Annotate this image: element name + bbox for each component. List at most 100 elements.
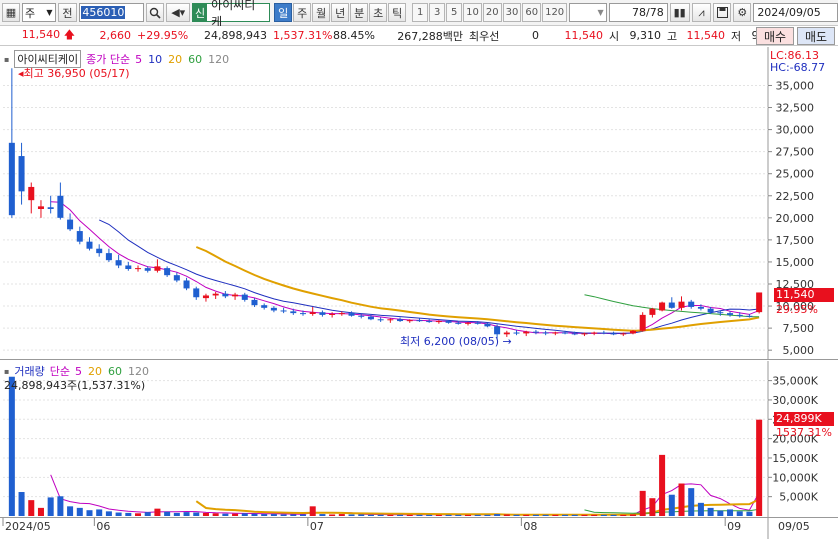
period-tab-3[interactable]: 년 [331,3,350,22]
interval-button-10[interactable]: 10 [463,3,482,22]
candle [28,182,35,214]
current-price: 11,540 🡅 [21,28,75,41]
ma-legend: 5 10 20 60 120 [135,53,229,66]
volume-bar [668,494,675,516]
candle-body [348,313,355,316]
layout-grid-icon[interactable]: ▦ [2,3,20,22]
volume-bar [202,512,209,516]
candle-body [445,321,452,323]
y-tick-label: 25,000 [776,168,815,181]
last-pct-tag: 29.95% [776,303,818,316]
candle-body [358,315,365,317]
candle [426,319,433,323]
volume-bar [387,514,394,516]
volume-bar [57,496,64,516]
volume-bar [562,514,569,516]
y-tick-label: 22,500 [776,190,815,203]
prev-button[interactable]: 전 [57,3,78,22]
candle [591,331,598,336]
candle-body [717,312,724,314]
volume-bar [154,508,161,516]
volume-bar [319,514,326,516]
candle [57,182,64,220]
interval-button-60[interactable]: 60 [522,3,542,22]
candle-body [426,321,433,323]
pane-menu-icon[interactable]: ▪ [4,55,9,64]
volume-ma-legend-120: 120 [128,364,150,378]
candle-body [668,302,675,308]
stock-name-box[interactable]: 신 아이씨티케 [192,0,271,29]
candle-body [96,248,103,254]
price-chart-pane[interactable]: 35,000 32,500 30,000 27,500 25,000 22,500 20,0… [0,47,838,360]
y-tick-label: 30,000 [776,124,815,137]
gear-icon[interactable]: ⚙ [733,3,752,22]
arrow-right-icon: → [502,335,512,348]
buy-button[interactable]: 매수 [756,27,794,45]
stock-code-input[interactable]: 456010 [79,3,145,22]
volume-y-tick-label: 15,000K [772,452,818,465]
candle-body [125,265,132,269]
candle-body [309,312,316,314]
interval-buttons: 1 3 5 10 20 30 60 120 [412,3,568,22]
candle [47,195,54,214]
volume-bar [96,509,103,516]
volume-bar [416,514,423,516]
candle [649,307,656,318]
high-label: 고 [667,29,678,43]
candle-body [290,311,297,314]
interval-button-1[interactable]: 1 [412,3,429,22]
volume-y-tick-label: 35,000K [772,375,818,388]
candle-body [649,308,656,315]
volume-bar [727,509,734,516]
volume-bar [115,512,122,516]
period-tab-4[interactable]: 분 [350,3,369,22]
volume-chart-pane[interactable]: 35,000K30,000K25,000K20,000K15,000K10,00… [0,361,838,517]
period-tab-2[interactable]: 월 [312,3,331,22]
x-tick-label: 06 [96,520,110,533]
price-change-pct: +29.95% [137,29,189,42]
price-chart[interactable]: 35,000 32,500 30,000 27,500 25,000 22,500 20,0… [0,47,838,360]
date-field[interactable]: 2024/09/05 [753,3,838,22]
candle-body [280,310,287,312]
volume-bar [736,511,743,516]
candle [193,286,200,300]
interval-button-30[interactable]: 30 [502,3,522,22]
x-axis-labels: 2024/05 06 07 08 09 09/05 [2,518,810,539]
volume-bar [222,513,229,516]
interval-button-20[interactable]: 20 [482,3,502,22]
period-tab-0[interactable]: 일 [274,3,293,22]
volume-bar [47,497,54,516]
candle-body [212,293,219,296]
ma-legend-10: 10 [148,52,163,66]
save-icon[interactable] [713,3,732,22]
search-icon[interactable] [146,3,165,22]
volume-bar [212,513,219,516]
volume-bar [688,488,695,516]
candle-body [464,322,472,324]
period-tab-6[interactable]: 틱 [388,3,407,22]
candle [232,292,239,300]
pane-menu-icon[interactable]: ▪ [4,367,9,376]
candle [105,248,112,262]
candle-body [746,315,753,317]
candle-body [581,333,588,335]
y-tick-label: 32,500 [776,102,815,115]
candle-body [338,313,345,315]
candle [659,301,666,312]
indicator-icon[interactable]: ⩘ [691,3,712,22]
interval-custom-select[interactable]: ▼ [569,3,607,22]
interval-button-5[interactable]: 5 [446,3,463,22]
market-select[interactable]: 주 ▼ [22,3,56,22]
sell-button[interactable]: 매도 [797,27,835,45]
candle-body [620,333,627,335]
volume-last-tag: 24,899K [774,412,834,426]
interval-button-120[interactable]: 120 [542,3,568,22]
ma-legend-60: 60 [188,52,203,66]
period-tab-1[interactable]: 주 [293,3,312,22]
speaker-icon[interactable]: ◀▾ [166,3,191,22]
y-tick-label: 7,500 [783,322,815,335]
interval-button-3[interactable]: 3 [429,3,446,22]
scroll-icon[interactable]: ▮▮ [669,3,690,22]
volume-bar [299,514,307,516]
period-tab-5[interactable]: 초 [369,3,388,22]
